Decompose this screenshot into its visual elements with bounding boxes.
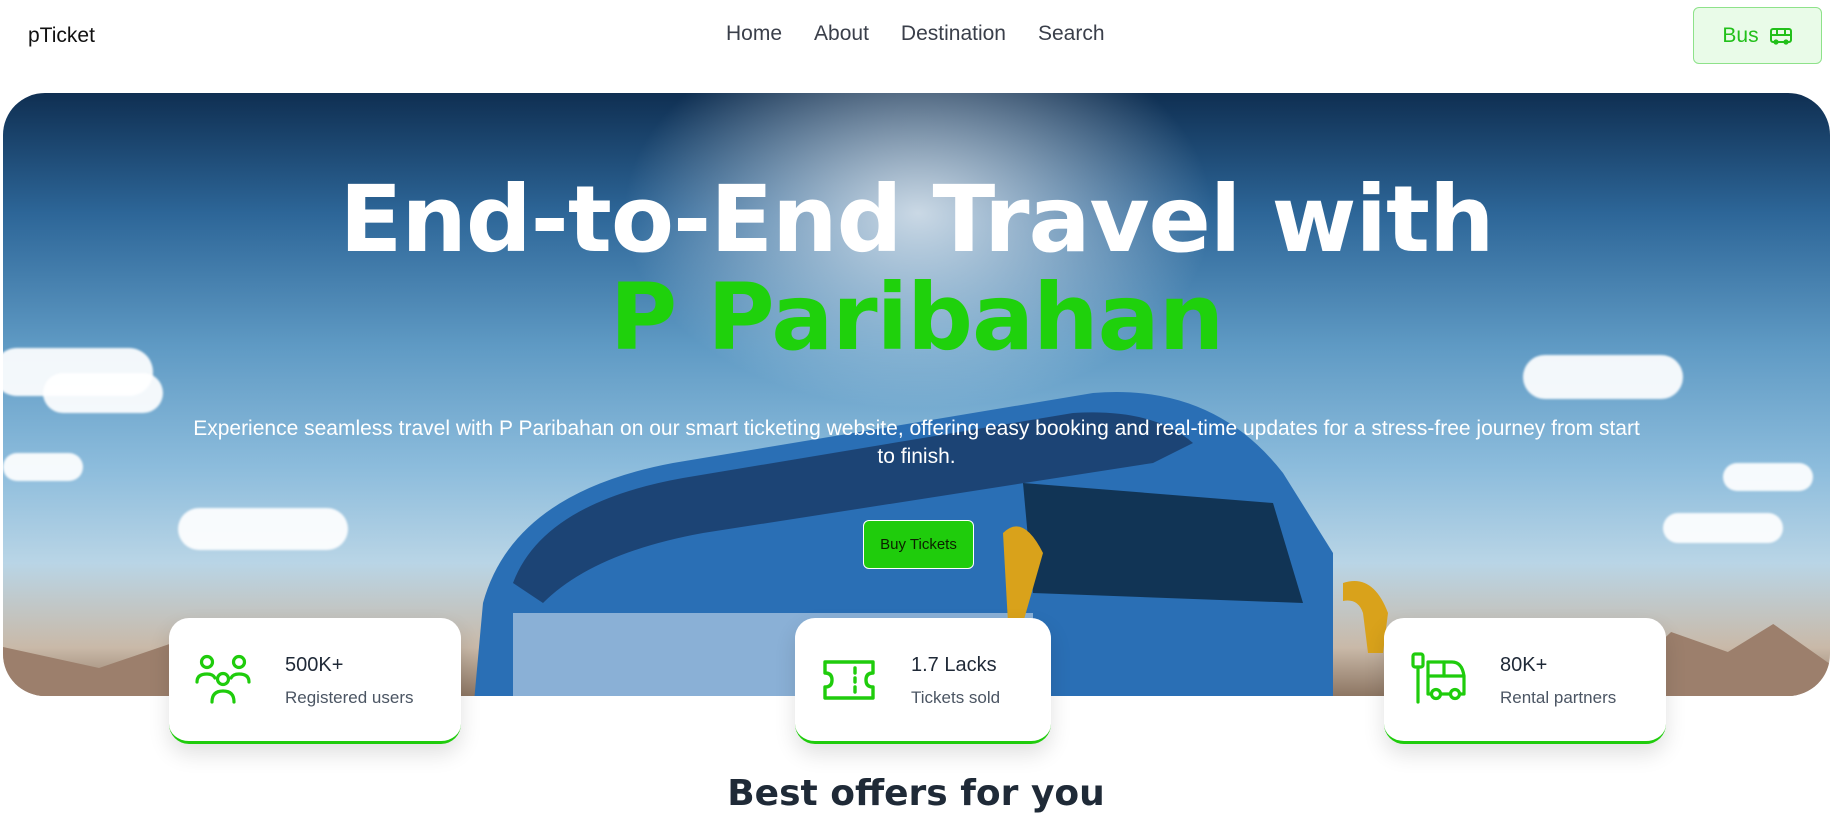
ticket-icon [823,660,875,700]
cloud [1723,463,1813,491]
bus-button[interactable]: Bus [1693,7,1822,64]
nav-link-search[interactable]: Search [1038,22,1105,46]
hero-title-line1: End-to-End Travel with [339,166,1494,273]
bus-button-label: Bus [1722,23,1759,47]
hero-subtitle: Experience seamless travel with P Pariba… [193,417,1640,468]
cloud [1663,513,1783,543]
nav-link-destination[interactable]: Destination [901,22,1006,46]
stat-value: 500K+ [285,654,344,676]
cloud [43,373,163,413]
stat-value: 1.7 Lacks [911,654,997,676]
bus-icon [1769,27,1792,45]
stat-card-tickets: 1.7 Lacks Tickets sold [795,618,1051,744]
stat-value: 80K+ [1500,654,1548,676]
stat-card-partners: 80K+ Rental partners [1384,618,1666,744]
section-title: Best offers for you [727,773,1105,814]
hero-title: End-to-End Travel with P Paribahan [3,171,1830,367]
hero-title-brand: P Paribahan [609,264,1224,371]
stat-label: Rental partners [1500,688,1617,707]
cloud [178,508,348,550]
cloud [3,453,83,481]
hero-banner: End-to-End Travel with P Paribahan Exper… [3,93,1830,696]
stat-card-users: 500K+ Registered users [169,618,461,744]
stat-label: Registered users [285,688,414,707]
nav-link-home[interactable]: Home [726,22,782,46]
bus-stop-icon [1411,652,1466,704]
users-icon [195,654,251,704]
buy-tickets-button[interactable]: Buy Tickets [863,520,974,569]
stat-label: Tickets sold [911,688,1001,707]
brand-logo[interactable]: pTicket [28,24,95,48]
nav-links: Home About Destination Search [726,22,1105,46]
nav-link-about[interactable]: About [814,22,869,46]
navbar: pTicket Home About Destination Search Bu… [0,0,1832,72]
